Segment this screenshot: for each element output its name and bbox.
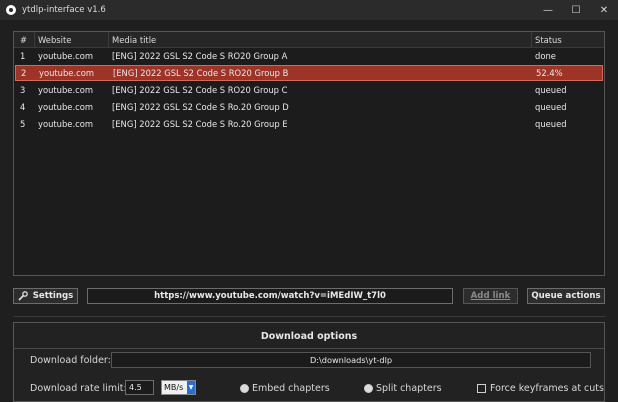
download-folder-field[interactable]: D:\downloads\yt-dlp: [111, 352, 591, 368]
split-chapters-label: Split chapters: [376, 383, 442, 394]
split-chapters-radio[interactable]: [364, 384, 373, 393]
table-row[interactable]: 3 youtube.com [ENG] 2022 GSL S2 Code S R…: [14, 82, 604, 98]
column-header-website[interactable]: Website: [38, 35, 71, 45]
row-website: youtube.com: [39, 68, 94, 78]
table-row[interactable]: 1 youtube.com [ENG] 2022 GSL S2 Code S R…: [14, 48, 604, 64]
divider: [14, 348, 604, 349]
queue-table[interactable]: # Website Media title Status 1 youtube.c…: [13, 31, 605, 276]
queue-actions-button[interactable]: Queue actions: [527, 288, 605, 304]
column-header-number[interactable]: #: [20, 35, 27, 45]
table-row-selected[interactable]: 2 youtube.com [ENG] 2022 GSL S2 Code S R…: [15, 65, 603, 81]
rate-unit-select[interactable]: MB/s ▼: [161, 380, 196, 395]
row-title: [ENG] 2022 GSL S2 Code S RO20 Group A: [112, 51, 288, 61]
row-status: queued: [535, 85, 567, 95]
app-icon: [6, 5, 16, 15]
row-number: 5: [20, 119, 26, 129]
rate-unit-value: MB/s: [164, 383, 184, 392]
row-status: queued: [535, 102, 567, 112]
rate-limit-label: Download rate limit:: [30, 383, 127, 394]
row-number: 1: [20, 51, 26, 61]
row-website: youtube.com: [38, 85, 93, 95]
row-website: youtube.com: [38, 102, 93, 112]
row-status: 52.4%: [536, 68, 563, 78]
row-title: [ENG] 2022 GSL S2 Code S Ro.20 Group E: [112, 119, 288, 129]
url-input[interactable]: https://www.youtube.com/watch?v=iMEdIW_t…: [87, 288, 453, 304]
column-header-status[interactable]: Status: [535, 35, 562, 45]
force-keyframes-label: Force keyframes at cuts: [490, 383, 604, 394]
window-controls: — ☐ ✕: [534, 0, 618, 20]
maximize-icon[interactable]: ☐: [562, 0, 590, 20]
row-status: queued: [535, 119, 567, 129]
row-number: 4: [20, 102, 26, 112]
window-title: ytdlp-interface v1.6: [22, 5, 106, 15]
row-status: done: [535, 51, 556, 61]
row-number: 2: [21, 68, 27, 78]
embed-chapters-label: Embed chapters: [252, 383, 330, 394]
wrench-icon: [18, 291, 28, 301]
settings-label: Settings: [32, 291, 74, 301]
app-window: ytdlp-interface v1.6 — ☐ ✕ # Website Med…: [0, 0, 618, 402]
panel-title: Download options: [260, 331, 358, 342]
chevron-down-icon[interactable]: ▼: [187, 381, 195, 394]
download-folder-label: Download folder:: [30, 355, 111, 366]
settings-button[interactable]: Settings: [13, 288, 78, 304]
close-icon[interactable]: ✕: [590, 0, 618, 20]
row-title: [ENG] 2022 GSL S2 Code S Ro.20 Group D: [112, 102, 289, 112]
title-bar[interactable]: ytdlp-interface v1.6 — ☐ ✕: [0, 0, 618, 20]
force-keyframes-checkbox[interactable]: [477, 384, 486, 393]
table-row[interactable]: 4 youtube.com [ENG] 2022 GSL S2 Code S R…: [14, 99, 604, 115]
add-link-button[interactable]: Add link: [463, 288, 518, 304]
divider: [13, 316, 605, 317]
row-title: [ENG] 2022 GSL S2 Code S RO20 Group B: [113, 68, 289, 78]
row-number: 3: [20, 85, 26, 95]
download-options-panel: Download options Download folder: D:\dow…: [13, 322, 605, 402]
table-row[interactable]: 5 youtube.com [ENG] 2022 GSL S2 Code S R…: [14, 116, 604, 132]
row-website: youtube.com: [38, 119, 93, 129]
minimize-icon[interactable]: —: [534, 0, 562, 20]
column-header-title[interactable]: Media title: [112, 35, 156, 45]
embed-chapters-radio[interactable]: [240, 384, 249, 393]
table-header: # Website Media title Status: [14, 32, 604, 48]
row-website: youtube.com: [38, 51, 93, 61]
row-title: [ENG] 2022 GSL S2 Code S RO20 Group C: [112, 85, 288, 95]
rate-limit-input[interactable]: 4.5: [125, 380, 154, 395]
